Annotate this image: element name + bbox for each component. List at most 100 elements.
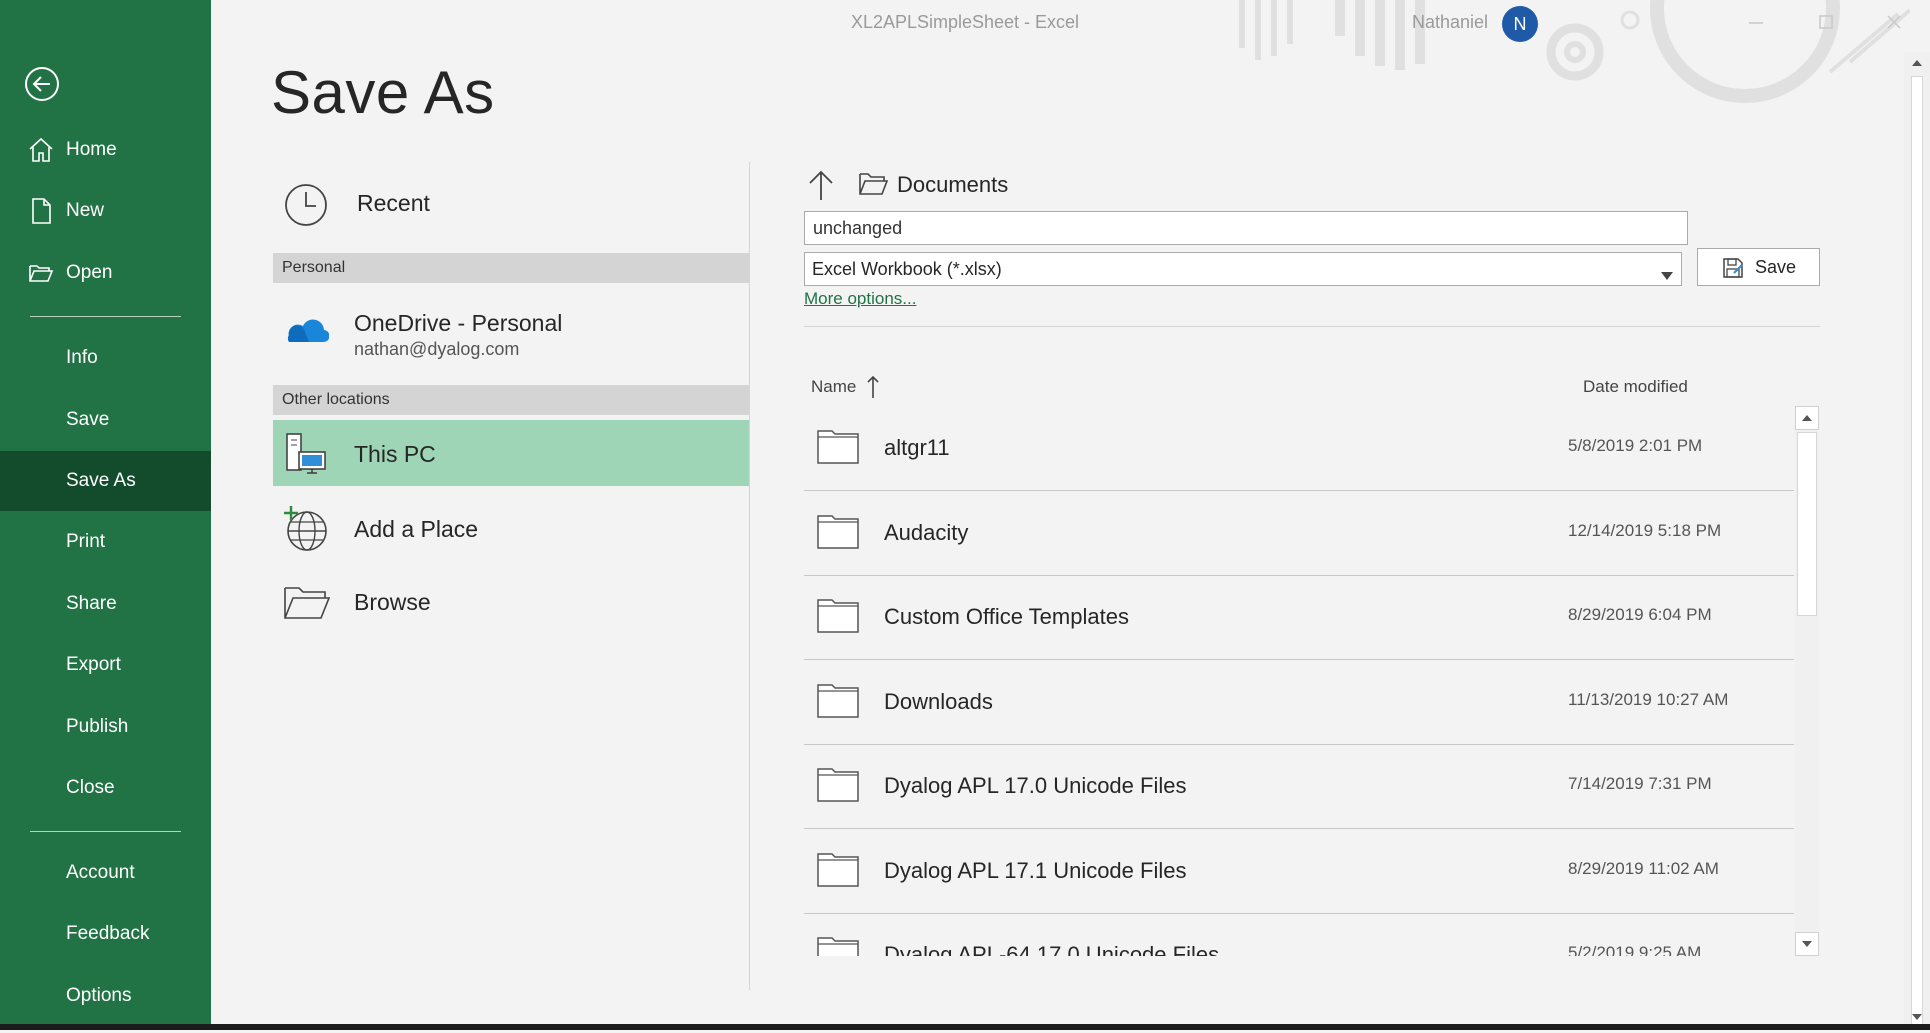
section-label: Personal bbox=[282, 259, 346, 276]
file-date: 12/14/2019 5:18 PM bbox=[1568, 521, 1722, 540]
save-button-label: Save bbox=[1755, 257, 1797, 277]
user-name[interactable]: Nathaniel bbox=[1412, 12, 1488, 33]
nav-label: Publish bbox=[66, 716, 129, 737]
file-date: 7/14/2019 7:31 PM bbox=[1568, 774, 1712, 793]
file-row[interactable]: Dyalog APL 17.0 Unicode Files 7/14/2019 … bbox=[804, 744, 1794, 829]
scroll-thumb[interactable] bbox=[1911, 76, 1923, 1026]
pane-divider bbox=[804, 326, 1820, 327]
file-row[interactable]: Custom Office Templates 8/29/2019 6:04 P… bbox=[804, 575, 1794, 660]
filename-input[interactable] bbox=[804, 211, 1688, 245]
save-button[interactable]: Save bbox=[1697, 248, 1820, 286]
filetype-value: Excel Workbook (*.xlsx) bbox=[812, 258, 1002, 279]
taskbar-strip bbox=[0, 1024, 1930, 1030]
file-list-scrollbar[interactable] bbox=[1795, 406, 1819, 956]
open-folder-icon bbox=[28, 259, 54, 287]
location-recent[interactable]: Recent bbox=[273, 172, 749, 236]
breadcrumb[interactable]: Documents bbox=[897, 172, 1008, 198]
folder-open-icon bbox=[858, 171, 889, 197]
file-row[interactable]: Dyalog APL-64 17.0 Unicode Files 5/2/201… bbox=[804, 913, 1794, 956]
chevron-down-icon bbox=[1661, 265, 1673, 280]
file-date: 5/8/2019 2:01 PM bbox=[1568, 436, 1703, 455]
location-browse[interactable]: Browse bbox=[273, 574, 749, 632]
page-title: Save As bbox=[271, 59, 495, 126]
nav-home[interactable]: Home bbox=[0, 120, 211, 180]
file-date: 8/29/2019 6:04 PM bbox=[1568, 605, 1712, 624]
location-onedrive[interactable]: OneDrive - Personal nathan@dyalog.com bbox=[273, 290, 749, 370]
file-list: altgr11 5/8/2019 2:01 PM Audacity 12/14/… bbox=[804, 406, 1794, 956]
nav-label: Home bbox=[66, 139, 117, 160]
nav-export[interactable]: Export bbox=[0, 635, 211, 695]
computer-icon bbox=[283, 430, 329, 483]
nav-label: Open bbox=[66, 262, 113, 283]
file-date: 11/13/2019 10:27 AM bbox=[1568, 690, 1729, 709]
nav-save[interactable]: Save bbox=[0, 390, 211, 450]
nav-options[interactable]: Options bbox=[0, 966, 211, 1026]
folder-icon bbox=[817, 935, 859, 956]
nav-save-as[interactable]: Save As bbox=[0, 451, 211, 511]
window-title: XL2APLSimpleSheet - Excel bbox=[850, 12, 1080, 32]
nav-label: Save As bbox=[66, 470, 136, 491]
location-add-place[interactable]: Add a Place bbox=[273, 500, 749, 558]
nav-print[interactable]: Print bbox=[0, 512, 211, 572]
column-header-date[interactable]: Date modified bbox=[1583, 377, 1688, 397]
more-options-link[interactable]: More options... bbox=[804, 289, 916, 309]
file-name: Custom Office Templates bbox=[884, 604, 1129, 629]
folder-icon bbox=[817, 428, 859, 464]
scroll-up-icon[interactable] bbox=[1906, 52, 1928, 74]
nav-info[interactable]: Info bbox=[0, 328, 211, 388]
nav-label: Info bbox=[66, 347, 98, 368]
restore-icon[interactable] bbox=[1812, 8, 1840, 36]
file-name: Dyalog APL-64 17.0 Unicode Files bbox=[884, 942, 1220, 956]
nav-share[interactable]: Share bbox=[0, 574, 211, 634]
nav-close[interactable]: Close bbox=[0, 758, 211, 818]
avatar[interactable]: N bbox=[1502, 6, 1538, 42]
nav-publish[interactable]: Publish bbox=[0, 697, 211, 757]
file-name: Dyalog APL 17.1 Unicode Files bbox=[884, 858, 1187, 883]
location-label: Browse bbox=[354, 589, 431, 615]
file-row[interactable]: Dyalog APL 17.1 Unicode Files 8/29/2019 … bbox=[804, 829, 1794, 914]
scroll-thumb[interactable] bbox=[1797, 432, 1817, 616]
file-name: Audacity bbox=[884, 520, 969, 545]
filetype-dropdown[interactable]: Excel Workbook (*.xlsx) bbox=[804, 252, 1682, 286]
column-divider bbox=[749, 162, 750, 990]
file-row[interactable]: Audacity 12/14/2019 5:18 PM bbox=[804, 491, 1794, 576]
file-name: Dyalog APL 17.0 Unicode Files bbox=[884, 773, 1187, 798]
scroll-down-icon[interactable] bbox=[1795, 932, 1819, 956]
nav-open[interactable]: Open bbox=[0, 243, 211, 303]
back-arrow-circle-icon[interactable] bbox=[24, 66, 60, 102]
page-scrollbar[interactable] bbox=[1904, 52, 1930, 1026]
file-row[interactable]: altgr11 5/8/2019 2:01 PM bbox=[804, 406, 1794, 491]
nav-label: Close bbox=[66, 777, 115, 798]
sort-ascending-icon[interactable] bbox=[866, 374, 880, 400]
up-arrow-icon[interactable] bbox=[806, 168, 836, 202]
location-this-pc[interactable]: This PC bbox=[273, 420, 749, 486]
nav-label: Print bbox=[66, 531, 106, 552]
section-label: Other locations bbox=[282, 391, 390, 408]
folder-icon bbox=[817, 766, 859, 802]
nav-label: Share bbox=[66, 593, 117, 614]
file-row[interactable]: Downloads 11/13/2019 10:27 AM bbox=[804, 660, 1794, 745]
folder-icon bbox=[817, 513, 859, 549]
folder-icon bbox=[817, 851, 859, 887]
location-label: OneDrive - Personal bbox=[354, 310, 563, 336]
nav-label: Account bbox=[66, 862, 135, 883]
nav-account[interactable]: Account bbox=[0, 843, 211, 903]
column-header-name[interactable]: Name bbox=[811, 377, 856, 397]
nav-feedback[interactable]: Feedback bbox=[0, 904, 211, 964]
folder-open-icon bbox=[283, 582, 331, 627]
globe-plus-icon bbox=[283, 504, 331, 559]
file-name: Downloads bbox=[884, 689, 993, 714]
close-icon[interactable] bbox=[1880, 8, 1908, 36]
file-date: 5/2/2019 9:25 AM bbox=[1568, 943, 1702, 956]
minimize-icon[interactable] bbox=[1742, 8, 1770, 36]
nav-label: Options bbox=[66, 985, 132, 1006]
nav-label: New bbox=[66, 200, 105, 221]
nav-new[interactable]: New bbox=[0, 181, 211, 241]
nav-label: Export bbox=[66, 654, 121, 675]
save-disk-icon bbox=[1722, 257, 1744, 279]
nav-divider bbox=[30, 831, 181, 832]
location-label: This PC bbox=[354, 441, 436, 467]
file-date: 8/29/2019 11:02 AM bbox=[1568, 859, 1719, 878]
nav-divider bbox=[30, 316, 181, 317]
scroll-up-icon[interactable] bbox=[1795, 406, 1819, 430]
